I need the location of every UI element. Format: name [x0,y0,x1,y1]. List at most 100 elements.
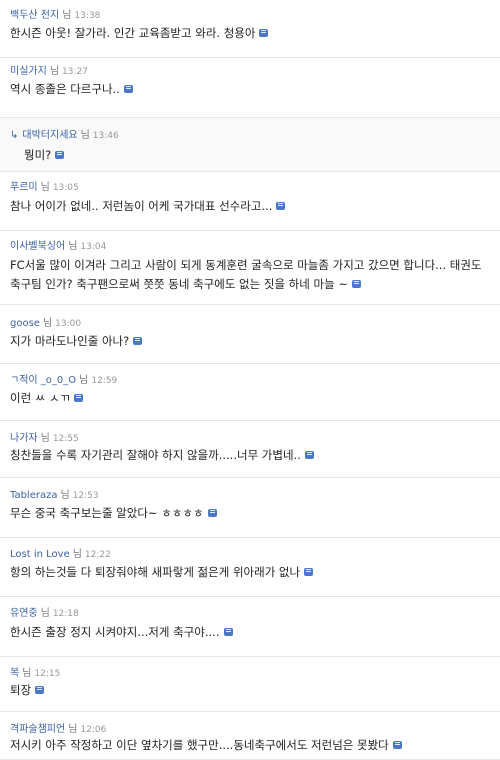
comment-body: 항의 하는것들 다 퇴장줘야해 새파랗게 젊은게 위아래가 없나 [10,563,492,582]
honorific-label: 님 [79,375,89,386]
comment-time: 12:06 [80,725,107,735]
comment-body: 저시키 아주 작정하고 이단 옆차기를 했구만....동네축구에서도 저런넘은 … [10,736,492,755]
reply-comment: ↳ 대박터지세요 님 13:46 뭥미? [0,118,500,172]
reply-message-icon[interactable] [35,685,45,694]
comment-time: 12:18 [52,609,79,619]
comment-time: 12:53 [72,491,99,501]
comment-meta: 나가자 님 12:55 [10,433,79,445]
comment-meta: ㄱ적이 _o_0_O 님 12:59 [10,375,117,387]
reply-message-icon[interactable] [392,740,402,749]
comment-text: 뭥미? [24,148,52,162]
honorific-label: 님 [62,10,72,21]
honorific-label: 님 [72,549,82,560]
comment-body: 한시즌 출장 정지 시켜야지...저게 축구야.... [10,623,492,642]
comment-time: 13:05 [52,183,79,193]
author-link[interactable]: 나가자 [10,433,38,444]
comment: Tableraza 님 12:53 무슨 중국 축구보는줄 알았다~ ㅎㅎㅎㅎ [0,478,500,538]
comment-text: 항의 하는것들 다 퇴장줘야해 새파랗게 젊은게 위아래가 없나 [10,565,301,579]
comment: 격파술챔피언 님 12:06 저시키 아주 작정하고 이단 옆차기를 했구만....동… [0,712,500,760]
comment-meta: goose 님 13:00 [10,318,81,330]
comment: 미실가지 님 13:27 역시 종졸은 다르구나.. [0,58,500,118]
comment-text: 참나 어이가 없네.. 저런놈이 어케 국가대표 선수라고... [10,199,273,213]
comment-text: 한시즌 출장 정지 시켜야지...저게 축구야.... [10,625,220,639]
comment-meta: 유연중 님 12:18 [10,608,79,620]
comment-body: 무슨 중국 축구보는줄 알았다~ ㅎㅎㅎㅎ [10,504,492,523]
author-link[interactable]: 백두산 천지 [10,10,59,21]
reply-message-icon[interactable] [74,393,84,402]
reply-message-icon[interactable] [55,150,65,159]
reply-message-icon[interactable] [304,567,314,576]
honorific-label: 님 [40,608,50,619]
comment-list: 백두산 천지 님 13:38 한시즌 아웃! 잘가라. 인간 교육좀받고 와라. 청용… [0,0,500,760]
comment: 나가자 님 12:55 칭찬들을 수록 자기관리 잘해야 하지 않을까.....너무 … [0,421,500,478]
reply-message-icon[interactable] [304,450,314,459]
author-link[interactable]: ㄱ적이 _o_0_O [10,375,76,386]
comment-time: 13:00 [55,319,82,329]
comment: 이사벨북싱어 님 13:04 FC서울 많이 이겨라 그리고 사람이 되게 동계훈련 … [0,231,500,305]
author-link[interactable]: Tableraza [10,490,57,501]
comment-time: 13:27 [62,67,88,77]
reply-message-icon[interactable] [276,201,286,210]
comment-text: 이런 ㅆ ㅅㄲ [10,391,71,405]
author-link[interactable]: 격파술챔피언 [10,724,65,735]
comment-time: 12:15 [34,669,61,679]
comment: Lost in Love 님 12:22 항의 하는것들 다 퇴장줘야해 새파랗게 젊… [0,538,500,597]
comment-meta: ↳ 대박터지세요 님 13:46 [10,130,119,142]
reply-message-icon[interactable] [133,336,143,345]
reply-message-icon[interactable] [207,508,217,517]
comment-body: 칭찬들을 수록 자기관리 잘해야 하지 않을까.....너무 가볍네.. [10,446,492,465]
comment-body: 이런 ㅆ ㅅㄲ [10,389,492,408]
comment: ㄱ적이 _o_0_O 님 12:59 이런 ㅆ ㅅㄲ [0,364,500,421]
honorific-label: 님 [68,724,78,735]
comment-time: 13:38 [74,11,101,21]
author-link[interactable]: 유연중 [10,608,38,619]
comment-time: 12:55 [52,434,79,444]
comment: 푸르미 님 13:05 참나 어이가 없네.. 저런놈이 어케 국가대표 선수라고..… [0,172,500,231]
comment-body: 뭥미? [24,146,492,165]
comment-meta: 격파술챔피언 님 12:06 [10,724,106,736]
comment-body: 역시 종졸은 다르구나.. [10,80,492,99]
comment-body: 참나 어이가 없네.. 저런놈이 어케 국가대표 선수라고... [10,197,492,216]
comment: 백두산 천지 님 13:38 한시즌 아웃! 잘가라. 인간 교육좀받고 와라. 청용… [0,0,500,58]
comment: goose 님 13:00 지가 마라도나인줄 아나? [0,305,500,364]
honorific-label: 님 [40,182,50,193]
comment-time: 13:46 [92,131,119,141]
comment-meta: 백두산 천지 님 13:38 [10,10,100,22]
author-link[interactable]: 복 [10,668,19,679]
honorific-label: 님 [60,490,70,501]
comment-body: FC서울 많이 이겨라 그리고 사람이 되게 동계훈련 굴속으로 마늘좀 가지고… [10,256,492,294]
honorific-label: 님 [22,668,32,679]
comment-body: 퇴장 [10,681,492,700]
comment-time: 12:22 [84,550,111,560]
author-link[interactable]: goose [10,318,40,329]
comment-body: 지가 마라도나인줄 아나? [10,332,492,351]
author-link[interactable]: Lost in Love [10,549,70,560]
comment-meta: 복 님 12:15 [10,668,60,680]
author-link[interactable]: 이사벨북싱어 [10,241,65,252]
comment-text: 저시키 아주 작정하고 이단 옆차기를 했구만....동네축구에서도 저런넘은 … [10,738,389,752]
comment-text: FC서울 많이 이겨라 그리고 사람이 되게 동계훈련 굴속으로 마늘좀 가지고… [10,258,482,291]
honorific-label: 님 [80,130,90,141]
honorific-label: 님 [42,318,53,329]
comment-meta: 미실가지 님 13:27 [10,66,88,78]
reply-message-icon[interactable] [223,627,233,636]
comment-meta: 푸르미 님 13:05 [10,182,79,194]
comment-meta: Lost in Love 님 12:22 [10,549,111,561]
comment-body: 한시즌 아웃! 잘가라. 인간 교육좀받고 와라. 청용아 [10,24,492,43]
reply-arrow-icon: ↳ [10,130,19,141]
comment-text: 한시즌 아웃! 잘가라. 인간 교육좀받고 와라. 청용아 [10,26,256,40]
reply-message-icon[interactable] [351,279,361,288]
reply-message-icon[interactable] [123,84,133,93]
comment: 복 님 12:15 퇴장 [0,657,500,712]
comment-time: 13:04 [80,242,107,252]
comment: 유연중 님 12:18 한시즌 출장 정지 시켜야지...저게 축구야.... [0,597,500,657]
honorific-label: 님 [68,241,78,252]
honorific-label: 님 [40,433,50,444]
author-link[interactable]: 푸르미 [10,182,38,193]
author-link[interactable]: 미실가지 [10,66,47,77]
comment-meta: Tableraza 님 12:53 [10,490,99,502]
comment-text: 지가 마라도나인줄 아나? [10,334,130,348]
author-link[interactable]: 대박터지세요 [22,130,77,141]
reply-message-icon[interactable] [259,28,269,37]
honorific-label: 님 [49,66,60,77]
